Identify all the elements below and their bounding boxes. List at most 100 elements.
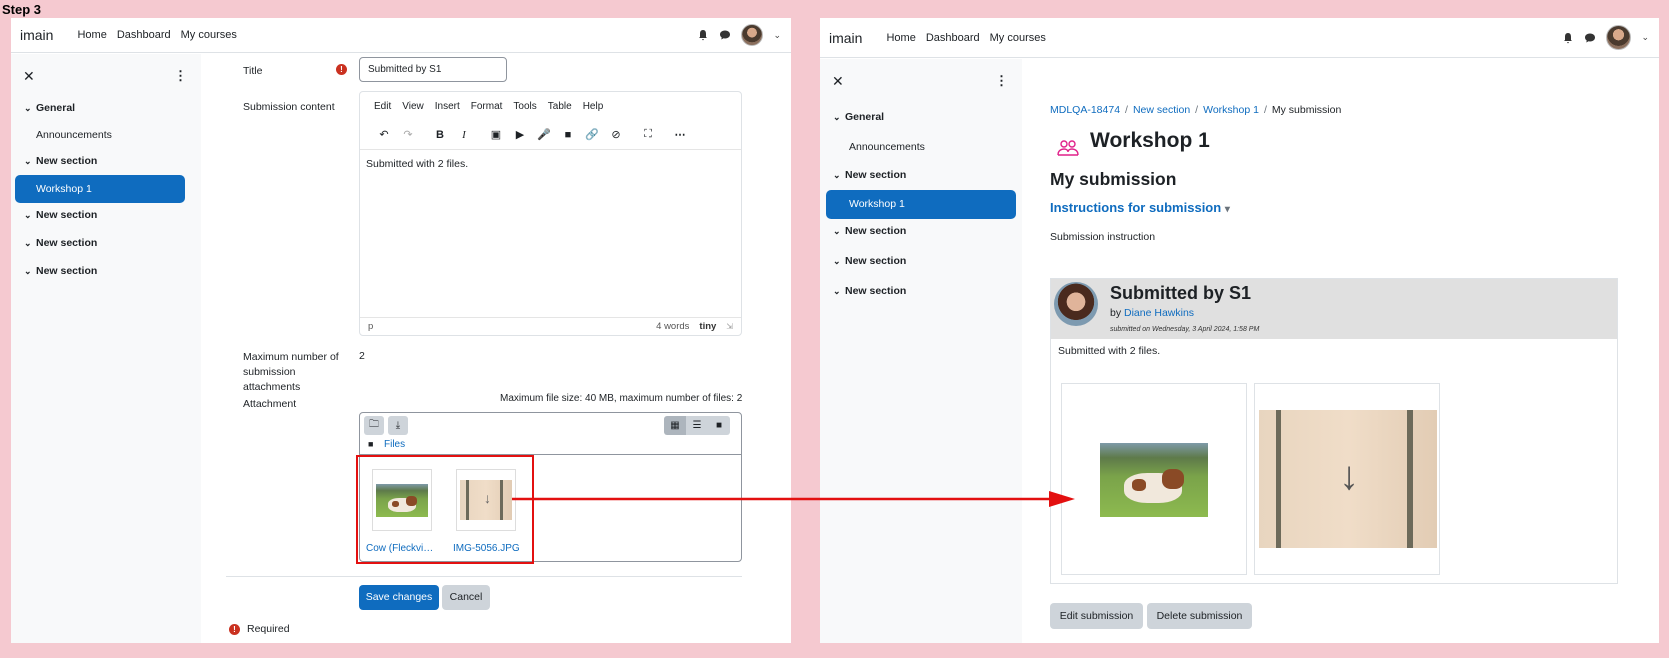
sidebar-section-general[interactable]: ⌄ General [24, 102, 75, 114]
sidebar-section-new-4[interactable]: ⌄ New section [24, 265, 97, 277]
folder-view-icon[interactable]: ■ [708, 416, 730, 435]
unlink-icon[interactable]: ⊘ [604, 125, 628, 145]
nav-dashboard[interactable]: Dashboard [117, 29, 171, 41]
word-count[interactable]: 4 words [656, 321, 689, 332]
undo-icon[interactable]: ↶ [372, 125, 396, 145]
more-options-icon[interactable]: ⋮ [174, 68, 187, 84]
element-path[interactable]: p [368, 321, 373, 332]
bell-icon[interactable] [1562, 32, 1574, 44]
edit-submission-button[interactable]: Edit submission [1050, 603, 1143, 629]
chevron-down-icon[interactable]: ⌄ [24, 266, 36, 277]
nav-home[interactable]: Home [77, 29, 106, 41]
editor-toolbar: ↶ ↷ B I ▣ ▶ 🎤 ■ 🔗 ⊘ ⛶ ⋯ [360, 120, 741, 150]
nav-my-courses[interactable]: My courses [990, 32, 1046, 44]
list-view-icon[interactable]: ☰ [686, 416, 708, 435]
more-options-icon[interactable]: ⋮ [995, 73, 1008, 89]
menu-insert[interactable]: Insert [435, 101, 460, 112]
submission-author: by Diane Hawkins [1110, 307, 1195, 319]
site-brand[interactable]: imain [829, 30, 862, 46]
sidebar-section-new-1[interactable]: ⌄ New section [24, 155, 97, 167]
link-icon[interactable]: 🔗 [580, 125, 604, 145]
breadcrumb-section[interactable]: New section [1133, 104, 1190, 116]
sidebar-section-new-2[interactable]: ⌄ New section [833, 225, 906, 237]
user-avatar[interactable] [1606, 25, 1632, 50]
add-file-icon[interactable]: 🗀 [364, 416, 384, 435]
max-attachments-value: 2 [359, 350, 365, 362]
instructions-text: Submission instruction [1050, 231, 1156, 243]
sidebar-item-announcements[interactable]: Announcements [36, 129, 112, 141]
chevron-down-icon[interactable]: ⌄ [833, 170, 845, 181]
menu-tools[interactable]: Tools [513, 101, 536, 112]
breadcrumb-course[interactable]: MDLQA-18474 [1050, 104, 1120, 116]
author-link[interactable]: Diane Hawkins [1124, 307, 1194, 319]
breadcrumb: MDLQA-18474/New section / Workshop 1/My su… [1050, 104, 1342, 116]
chevron-down-icon[interactable]: ⌄ [24, 210, 36, 221]
chevron-down-icon[interactable]: ⌄ [833, 286, 845, 297]
delete-submission-button[interactable]: Delete submission [1147, 603, 1252, 629]
menu-table[interactable]: Table [548, 101, 572, 112]
redo-icon[interactable]: ↷ [396, 125, 420, 145]
attachment-img5056[interactable]: ↓ [1254, 383, 1440, 575]
sidebar-section-new-3[interactable]: ⌄ New section [24, 237, 97, 249]
author-avatar [1054, 282, 1098, 326]
nav-home[interactable]: Home [886, 32, 915, 44]
sidebar-section-new-2[interactable]: ⌄ New section [24, 209, 97, 221]
close-icon[interactable]: ✕ [23, 68, 35, 85]
chevron-down-icon[interactable]: ⌄ [24, 156, 36, 167]
menu-view[interactable]: View [402, 101, 424, 112]
tiny-logo[interactable]: tiny [699, 321, 716, 332]
sidebar-item-workshop-1[interactable]: Workshop 1 [15, 175, 185, 203]
resize-handle-icon[interactable]: ⇲ [726, 322, 733, 331]
chevron-down-icon[interactable]: ⌄ [773, 30, 781, 41]
sidebar-section-new-4[interactable]: ⌄ New section [833, 285, 906, 297]
cancel-button[interactable]: Cancel [442, 585, 490, 610]
menu-edit[interactable]: Edit [374, 101, 391, 112]
close-icon[interactable]: ✕ [832, 73, 844, 90]
video-camera-icon[interactable]: ■ [556, 125, 580, 145]
chat-icon[interactable] [719, 29, 731, 41]
nav-my-courses[interactable]: My courses [181, 29, 237, 41]
page-title: Workshop 1 [1090, 129, 1210, 152]
chevron-down-icon[interactable]: ⌄ [24, 238, 36, 249]
required-icon: ! [336, 64, 347, 75]
site-brand[interactable]: imain [20, 27, 53, 43]
submission-title: Submitted by S1 [1110, 283, 1252, 303]
sidebar-section-new-3[interactable]: ⌄ New section [833, 255, 906, 267]
user-avatar[interactable] [741, 24, 764, 46]
highlight-box [356, 455, 534, 564]
download-icon[interactable]: ⤓ [388, 416, 408, 435]
sidebar-item-announcements[interactable]: Announcements [849, 141, 925, 153]
image-icon[interactable]: ▣ [484, 125, 508, 145]
files-path[interactable]: Files [384, 439, 405, 450]
bold-icon[interactable]: B [428, 125, 452, 145]
menu-format[interactable]: Format [471, 101, 503, 112]
fullscreen-icon[interactable]: ⛶ [636, 125, 660, 145]
bell-icon[interactable] [697, 29, 709, 41]
required-legend: Required [247, 623, 290, 635]
caret-down-icon[interactable]: ▾ [1225, 204, 1230, 215]
submission-date: submitted on Wednesday, 3 April 2024, 1:… [1110, 326, 1260, 333]
menu-help[interactable]: Help [583, 101, 604, 112]
attachment-cow[interactable] [1061, 383, 1247, 575]
microphone-icon[interactable]: 🎤 [532, 125, 556, 145]
chat-icon[interactable] [1584, 32, 1596, 44]
chevron-down-icon[interactable]: ⌄ [833, 256, 845, 267]
sidebar-item-workshop-1[interactable]: Workshop 1 [826, 190, 1016, 219]
chevron-down-icon[interactable]: ⌄ [833, 112, 845, 123]
chevron-down-icon[interactable]: ⌄ [833, 226, 845, 237]
breadcrumb-workshop[interactable]: Workshop 1 [1203, 104, 1259, 116]
editor-content[interactable]: Submitted with 2 files. [366, 158, 468, 170]
media-icon[interactable]: ▶ [508, 125, 532, 145]
nav-dashboard[interactable]: Dashboard [926, 32, 980, 44]
attachment-limits: Maximum file size: 40 MB, maximum number… [500, 393, 743, 404]
title-input[interactable]: Submitted by S1 [359, 57, 507, 82]
italic-icon[interactable]: I [452, 125, 476, 145]
sidebar-section-general[interactable]: ⌄ General [833, 111, 884, 123]
sidebar-section-new-1[interactable]: ⌄ New section [833, 169, 906, 181]
save-changes-button[interactable]: Save changes [359, 585, 439, 610]
chevron-down-icon[interactable]: ⌄ [24, 103, 36, 114]
more-icon[interactable]: ⋯ [668, 125, 692, 145]
instructions-toggle[interactable]: Instructions for submission ▾ [1050, 200, 1230, 215]
chevron-down-icon[interactable]: ⌄ [1641, 32, 1649, 43]
grid-view-icon[interactable]: ▦ [664, 416, 686, 435]
